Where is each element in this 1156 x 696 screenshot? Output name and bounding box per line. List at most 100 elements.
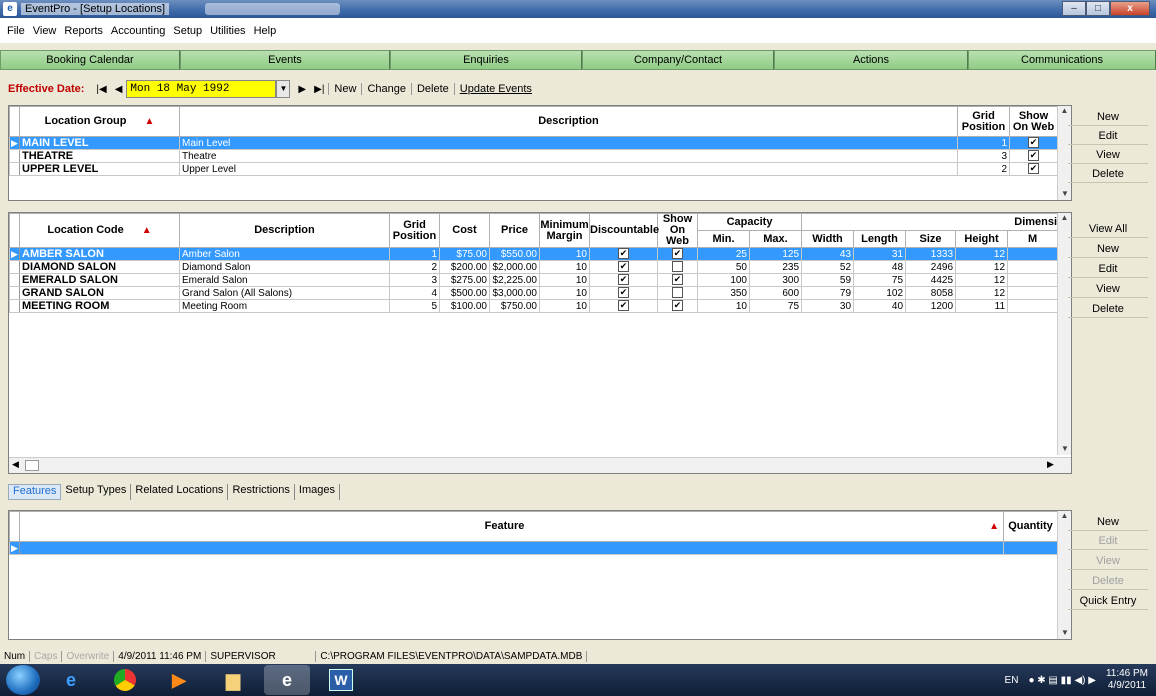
- table-row[interactable]: DIAMOND SALON Diamond Salon 2 $200.00 $2,000…: [9, 260, 1059, 274]
- start-button[interactable]: [6, 665, 40, 695]
- col-discountable[interactable]: Discountable: [589, 213, 659, 248]
- delete-button[interactable]: Delete: [410, 83, 454, 95]
- col-description[interactable]: Description: [179, 213, 390, 248]
- location-delete-button[interactable]: Delete: [1068, 300, 1148, 318]
- show-on-web-checkbox: ✔: [1028, 163, 1039, 175]
- chrome-icon[interactable]: [102, 665, 148, 695]
- col-location-group[interactable]: Location Group ▲: [19, 106, 180, 137]
- tray-icons[interactable]: ● ✱ ▤ ▮▮ ◀) ▶: [1028, 675, 1095, 686]
- maximize-button[interactable]: □: [1086, 1, 1110, 16]
- media-player-icon[interactable]: ▶: [156, 665, 202, 695]
- first-record-icon[interactable]: |◀: [96, 84, 106, 95]
- col-capacity-max[interactable]: Max.: [748, 230, 803, 248]
- menu-reports[interactable]: Reports: [60, 25, 107, 37]
- nav-communications[interactable]: Communications: [968, 50, 1156, 70]
- col-description[interactable]: Description: [179, 106, 958, 137]
- col-show-on-web[interactable]: Show On Web: [657, 213, 698, 248]
- new-button[interactable]: New: [328, 83, 361, 95]
- word-icon[interactable]: W: [318, 665, 364, 695]
- table-row[interactable]: ▶: [9, 541, 1058, 555]
- tab-restrictions[interactable]: Restrictions: [228, 484, 295, 500]
- group-view-button[interactable]: View: [1068, 146, 1148, 164]
- tab-images[interactable]: Images: [295, 484, 340, 500]
- location-new-button[interactable]: New: [1068, 240, 1148, 258]
- last-record-icon[interactable]: ▶|: [314, 84, 324, 95]
- view-all-button[interactable]: View All: [1068, 220, 1148, 238]
- menu-accounting[interactable]: Accounting: [107, 25, 169, 37]
- col-quantity[interactable]: Quantity: [1003, 511, 1058, 542]
- next-record-icon[interactable]: ▶: [298, 84, 306, 95]
- col-capacity: Capacity: [696, 213, 803, 231]
- location-group-grid: Location Group ▲ Description Grid Positio…: [8, 105, 1072, 201]
- nav-events[interactable]: Events: [180, 50, 390, 70]
- language-indicator[interactable]: EN: [1005, 675, 1019, 686]
- group-new-button[interactable]: New: [1068, 108, 1148, 126]
- clock[interactable]: 11:46 PM 4/9/2011: [1106, 668, 1148, 692]
- menu-file[interactable]: File: [3, 25, 29, 37]
- minimize-button[interactable]: –: [1062, 1, 1086, 16]
- effective-date-input[interactable]: Mon 18 May 1992: [126, 80, 277, 98]
- group-edit-button[interactable]: Edit: [1068, 127, 1148, 145]
- close-button[interactable]: x: [1110, 1, 1150, 16]
- col-price[interactable]: Price: [489, 213, 540, 248]
- nav-actions[interactable]: Actions: [774, 50, 968, 70]
- system-tray: EN ● ✱ ▤ ▮▮ ◀) ▶ 11:46 PM 4/9/2011: [1005, 664, 1148, 696]
- location-view-button[interactable]: View: [1068, 280, 1148, 298]
- sort-arrow-icon: ▲: [989, 521, 999, 532]
- chevron-down-icon[interactable]: ▼: [276, 80, 291, 98]
- col-dimensions: Dimensi: [801, 213, 1059, 231]
- col-m[interactable]: M: [1007, 230, 1059, 248]
- change-button[interactable]: Change: [361, 83, 411, 95]
- sort-arrow-icon: ▲: [141, 225, 152, 236]
- nav-company-contact[interactable]: Company/Contact: [582, 50, 774, 70]
- col-minimum-margin[interactable]: Minimum Margin: [539, 213, 590, 248]
- table-row[interactable]: MEETING ROOM Meeting Room 5 $100.00 $750.00 1…: [9, 299, 1059, 313]
- col-show-on-web[interactable]: Show On Web: [1009, 106, 1058, 137]
- eventpro-icon: e: [3, 2, 17, 16]
- discountable-checkbox: ✔: [618, 261, 629, 273]
- folder-icon[interactable]: ▆: [210, 665, 256, 695]
- col-grid-position[interactable]: Grid Position: [957, 106, 1010, 137]
- col-capacity-min[interactable]: Min.: [697, 230, 750, 248]
- col-size[interactable]: Size: [905, 230, 957, 248]
- col-location-code[interactable]: Location Code ▲: [19, 213, 180, 248]
- table-row[interactable]: GRAND SALON Grand Salon (All Salons) 4 $500…: [9, 286, 1059, 300]
- tab-features[interactable]: Features: [8, 484, 62, 500]
- table-row[interactable]: EMERALD SALON Emerald Salon 3 $275.00 $2,225…: [9, 273, 1059, 287]
- quick-entry-button[interactable]: Quick Entry: [1068, 592, 1148, 610]
- table-row[interactable]: ▶ AMBER SALON Amber Salon 1 $75.00 $550.00 10 ✔…: [9, 247, 1059, 261]
- discountable-checkbox: ✔: [618, 274, 629, 286]
- feature-edit-button[interactable]: Edit: [1068, 532, 1148, 550]
- nav-booking-calendar[interactable]: Booking Calendar: [0, 50, 180, 70]
- ie-icon[interactable]: e: [48, 665, 94, 695]
- feature-new-button[interactable]: New: [1068, 513, 1148, 531]
- scroll-thumb[interactable]: [25, 460, 39, 471]
- table-row[interactable]: ▶ MAIN LEVEL Main Level 1 ✔: [9, 136, 1058, 150]
- previous-record-icon[interactable]: ◀: [115, 84, 123, 95]
- table-row[interactable]: UPPER LEVEL Upper Level 2 ✔: [9, 162, 1058, 176]
- tab-setup-types[interactable]: Setup Types: [61, 484, 132, 500]
- status-caps: Caps: [30, 650, 63, 662]
- col-length[interactable]: Length: [853, 230, 907, 248]
- menu-utilities[interactable]: Utilities: [206, 25, 249, 37]
- col-height[interactable]: Height: [955, 230, 1009, 248]
- scroll-left-icon: ◀: [12, 459, 19, 469]
- menu-help[interactable]: Help: [250, 25, 281, 37]
- horizontal-scrollbar[interactable]: ◀ ▶: [9, 457, 1071, 473]
- menu-setup[interactable]: Setup: [169, 25, 206, 37]
- location-edit-button[interactable]: Edit: [1068, 260, 1148, 278]
- update-events-button[interactable]: Update Events: [453, 83, 537, 95]
- menu-view[interactable]: View: [29, 25, 61, 37]
- group-delete-button[interactable]: Delete: [1068, 165, 1148, 183]
- tab-related-locations[interactable]: Related Locations: [131, 484, 229, 500]
- col-width[interactable]: Width: [801, 230, 855, 248]
- col-cost[interactable]: Cost: [439, 213, 490, 248]
- features-table: Feature ▲ Quantity ▶: [9, 511, 1058, 555]
- col-feature[interactable]: Feature ▲: [19, 511, 1004, 542]
- feature-view-button[interactable]: View: [1068, 552, 1148, 570]
- col-grid-position[interactable]: Grid Position: [389, 213, 440, 248]
- nav-enquiries[interactable]: Enquiries: [390, 50, 582, 70]
- table-row[interactable]: THEATRE Theatre 3 ✔: [9, 149, 1058, 163]
- feature-delete-button[interactable]: Delete: [1068, 572, 1148, 590]
- eventpro-taskbar-icon[interactable]: e: [264, 665, 310, 695]
